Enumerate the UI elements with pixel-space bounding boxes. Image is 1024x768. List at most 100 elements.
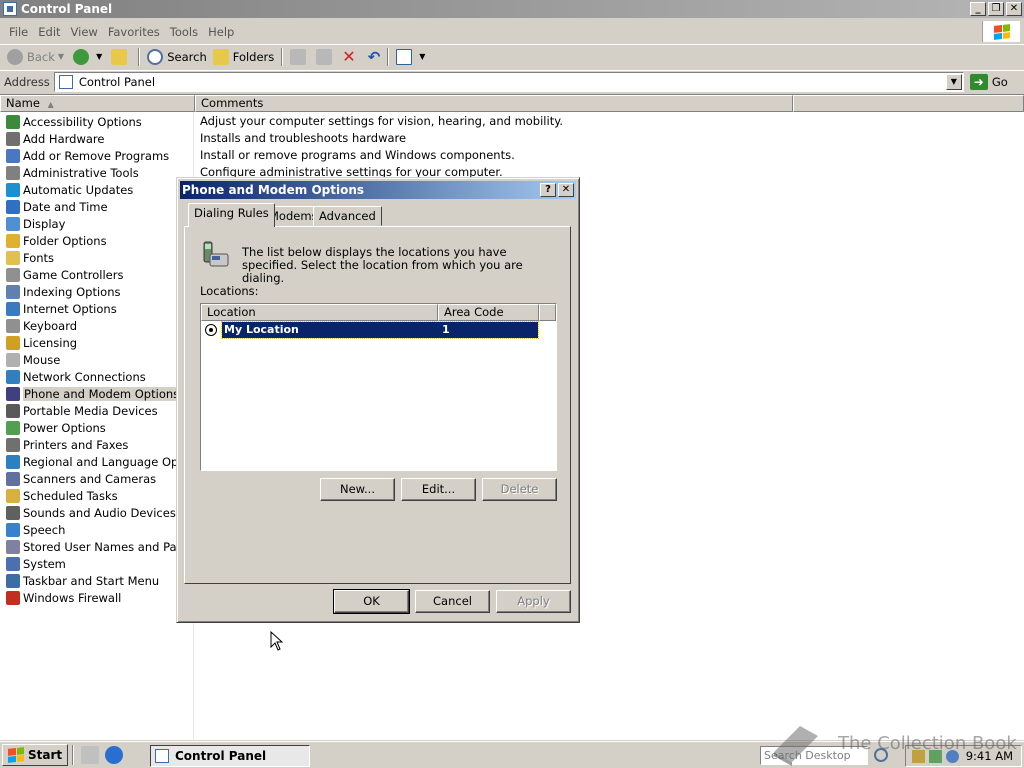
new-button[interactable]: New... (320, 478, 395, 501)
menu-edit[interactable]: Edit (33, 25, 65, 39)
mouse-cursor-icon (270, 631, 284, 651)
help-button[interactable]: ? (540, 183, 556, 197)
column-headers: Name ▲ Comments (0, 95, 1024, 112)
item-name: Scanners and Cameras (23, 471, 157, 486)
column-header-name[interactable]: Name ▲ (0, 95, 195, 112)
list-item[interactable]: Administrative Tools (0, 164, 139, 181)
search-icon (147, 48, 164, 65)
apply-button[interactable]: Apply (496, 590, 571, 613)
list-item[interactable]: Speech (0, 521, 65, 538)
item-name: Mouse (23, 352, 61, 367)
cancel-button[interactable]: Cancel (415, 590, 490, 613)
window-titlebar[interactable]: Control Panel _ ❐ ✕ (0, 0, 1024, 18)
back-button[interactable]: Back ▼ (4, 46, 70, 68)
list-item[interactable]: Mouse (0, 351, 60, 368)
list-item[interactable]: Scheduled Tasks (0, 487, 118, 504)
undo-button[interactable]: ↶ (365, 46, 384, 68)
list-item[interactable]: Power Options (0, 419, 106, 436)
list-item[interactable]: Printers and Faxes (0, 436, 128, 453)
item-icon (6, 522, 20, 537)
list-item[interactable]: Indexing Options (0, 283, 120, 300)
item-name: Speech (23, 522, 66, 537)
up-folder-icon (111, 48, 128, 65)
minimize-button[interactable]: _ (970, 2, 986, 16)
menu-view[interactable]: View (66, 25, 103, 39)
tab-dialing-rules[interactable]: Dialing Rules (188, 203, 275, 227)
quicklaunch-ie-icon[interactable] (105, 746, 124, 764)
list-item[interactable]: System (0, 555, 66, 572)
dialog-titlebar[interactable]: Phone and Modem Options ? ✕ (180, 181, 576, 199)
control-panel-icon (58, 74, 73, 89)
control-panel-icon (3, 2, 17, 16)
list-item[interactable]: Phone and Modem Options (0, 385, 184, 402)
close-button[interactable]: ✕ (1006, 2, 1022, 16)
item-icon (6, 590, 20, 605)
list-item[interactable]: Folder Options (0, 232, 107, 249)
taskbar-button-control-panel[interactable]: Control Panel (150, 745, 310, 767)
list-item[interactable]: Licensing (0, 334, 77, 351)
item-icon (6, 182, 20, 197)
list-item[interactable]: Scanners and Cameras (0, 470, 156, 487)
list-item[interactable]: Game Controllers (0, 266, 123, 283)
list-item[interactable]: Add or Remove Programs (0, 147, 169, 164)
list-item[interactable]: Internet Options (0, 300, 117, 317)
list-item[interactable]: Accessibility Options (0, 113, 142, 130)
list-item[interactable]: Fonts (0, 249, 54, 266)
menu-help[interactable]: Help (203, 25, 239, 39)
list-item[interactable]: Taskbar and Start Menu (0, 572, 159, 589)
ok-button[interactable]: OK (333, 589, 410, 614)
list-header-location[interactable]: Location (201, 304, 438, 321)
list-item[interactable]: Sounds and Audio Devices (0, 504, 176, 521)
quicklaunch-desktop-icon[interactable] (81, 746, 100, 764)
item-name: Portable Media Devices (23, 403, 158, 418)
start-button[interactable]: Start (2, 744, 69, 766)
item-name: Power Options (23, 420, 106, 435)
list-item[interactable]: Keyboard (0, 317, 77, 334)
list-header-area-code[interactable]: Area Code (438, 304, 539, 321)
go-arrow-icon: ➜ (969, 73, 988, 90)
address-input[interactable]: Control Panel ▼ (53, 71, 964, 92)
list-item[interactable]: Windows Firewall (0, 589, 121, 606)
list-item[interactable]: Add Hardware (0, 130, 104, 147)
column-header-comments[interactable]: Comments (195, 95, 793, 112)
list-item[interactable]: Portable Media Devices (0, 402, 158, 419)
item-icon (6, 318, 20, 333)
list-item[interactable]: Date and Time (0, 198, 108, 215)
windows-flag-icon (8, 747, 24, 763)
item-icon (6, 335, 20, 350)
list-item[interactable]: Network Connections (0, 368, 146, 385)
move-to-button[interactable] (287, 46, 313, 68)
list-item[interactable]: My Location 1 (205, 321, 539, 339)
menu-favorites[interactable]: Favorites (103, 25, 165, 39)
dialog-close-button[interactable]: ✕ (558, 183, 574, 197)
menu-file[interactable]: File (4, 25, 33, 39)
menu-tools[interactable]: Tools (165, 25, 203, 39)
locations-list[interactable]: Location Area Code My Location 1 (200, 303, 557, 471)
go-button[interactable]: ➜ Go (969, 73, 1008, 90)
search-button[interactable]: Search (144, 46, 210, 68)
tab-advanced[interactable]: Advanced (313, 206, 382, 226)
item-icon (6, 301, 20, 316)
list-item[interactable]: Stored User Names and Passwo (0, 538, 205, 555)
menu-bar: File Edit View Favorites Tools Help (0, 21, 1024, 42)
restore-button[interactable]: ❐ (988, 2, 1004, 16)
item-name: Add or Remove Programs (23, 148, 170, 163)
list-item[interactable]: Display (0, 215, 65, 232)
edit-button[interactable]: Edit... (401, 478, 476, 501)
item-icon (6, 420, 20, 435)
item-icon (6, 369, 20, 384)
delete-button[interactable]: ✕ (339, 46, 364, 68)
up-folder-button[interactable] (108, 46, 134, 68)
item-icon (6, 403, 20, 418)
forward-button[interactable]: ▼ (70, 46, 108, 68)
toolbar: Back ▼ ▼ Search Folders ✕ ↶ ▼ (0, 44, 1024, 68)
folders-button[interactable]: Folders (210, 46, 278, 68)
item-icon (6, 250, 20, 265)
address-dropdown-button[interactable]: ▼ (945, 73, 962, 90)
list-item[interactable]: Automatic Updates (0, 181, 133, 198)
copy-to-button[interactable] (313, 46, 339, 68)
item-icon (6, 233, 20, 248)
views-button[interactable]: ▼ (393, 46, 431, 68)
item-name: Printers and Faxes (23, 437, 129, 452)
delete-location-button[interactable]: Delete (482, 478, 557, 501)
